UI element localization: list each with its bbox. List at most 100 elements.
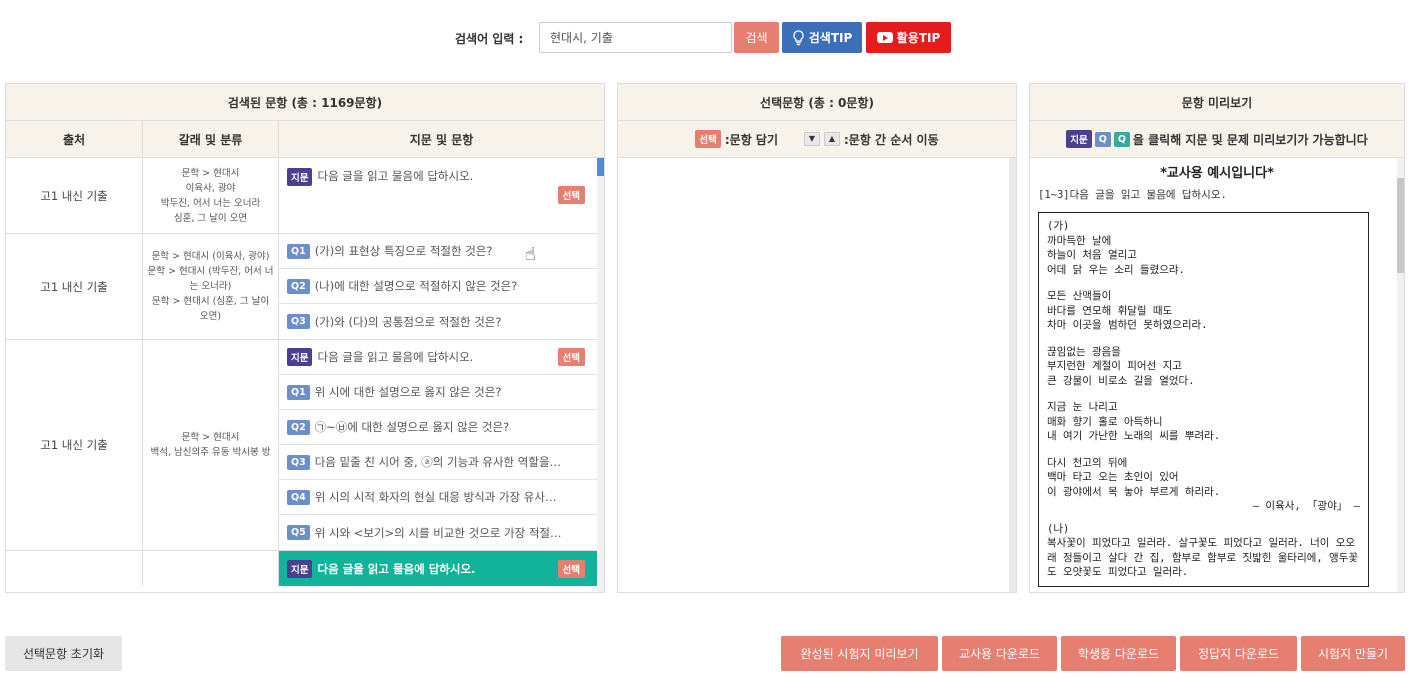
item-text: 위 시와 <보기>의 시를 비교한 것으로 가장 적절… <box>314 525 562 540</box>
preview-scrollbar[interactable] <box>1397 158 1404 592</box>
results-column-headers: 출처 갈래 및 분류 지문 및 문항 <box>6 121 604 158</box>
reset-selection-button[interactable]: 선택문항 초기화 <box>5 636 122 671</box>
question-item[interactable]: Q4 위 시의 시적 화자의 현실 대응 방식과 가장 유사… <box>279 480 597 515</box>
preview-title: 문항 미리보기 <box>1030 84 1404 121</box>
question-item[interactable]: Q3 다음 밑줄 친 시어 중, ⓐ의 기능과 유사한 역할을… <box>279 445 597 480</box>
passage-tag: 지문 <box>1066 130 1092 148</box>
passage-tag: 지문 <box>287 559 313 578</box>
search-results-panel: 검색된 문항 (총 : 1169문항) 출처 갈래 및 분류 지문 및 문항 고… <box>5 83 605 593</box>
poem-line: 부지런한 계절이 피어선 지고 <box>1047 360 1182 372</box>
group-genre <box>143 551 279 586</box>
hand-cursor-icon: ☝ <box>525 244 536 265</box>
search-input[interactable] <box>539 22 732 53</box>
question-item[interactable]: Q1 위 시에 대한 설명으로 옳지 않은 것은? <box>279 375 597 410</box>
selected-items-hint: 선택 :문항 담기 ▼ ▲ :문항 간 순서 이동 <box>618 121 1016 158</box>
make-exam-button[interactable]: 시험지 만들기 <box>1301 636 1405 671</box>
selected-items-list <box>618 158 1016 592</box>
col-genre-header: 갈래 및 분류 <box>143 121 279 157</box>
preview-example-title: *교사용 예시입니다* <box>1160 166 1274 181</box>
passage-tag: 지문 <box>287 168 313 186</box>
genre-line: 문학 > 현대시 (박두진, 어서 너는 오너라) <box>147 266 274 292</box>
passage-tag: 지문 <box>287 348 313 366</box>
group-items: 지문 다음 글을 읽고 물음에 답하시오. 선택 <box>279 158 597 233</box>
item-text: 위 시의 시적 화자의 현실 대응 방식과 가장 유사… <box>314 490 557 504</box>
question-item[interactable]: Q2 ㉠~㉥에 대한 설명으로 옳지 않은 것은? <box>279 410 597 445</box>
poem-box: (가) 까마득한 날에 하늘이 처음 열리고 어데 닭 우는 소리 들렸으랴. … <box>1038 212 1369 587</box>
select-button[interactable]: 선택 <box>557 559 585 578</box>
group-items: 지문 다음 글을 읽고 물음에 답하시오. 선택 Q1 위 시에 대한 설명으로… <box>279 340 597 550</box>
lightbulb-icon <box>793 29 804 45</box>
poem-line: 백마 타고 오는 초인이 있어 <box>1047 471 1179 483</box>
question-item[interactable]: Q5 위 시와 <보기>의 시를 비교한 것으로 가장 적절… <box>279 515 597 550</box>
question-tag: Q <box>1094 131 1111 147</box>
search-button[interactable]: 검색 <box>734 22 779 53</box>
group-source: 고1 내신 기출 <box>6 234 143 339</box>
question-tag: Q2 <box>287 278 310 294</box>
genre-line: 문학 > 현대시 <box>181 432 240 443</box>
item-text: (가)와 (다)의 공통점으로 적절한 것은? <box>314 314 502 329</box>
question-item[interactable]: Q2 (나)에 대한 설명으로 적절하지 않은 것은? <box>279 269 597 304</box>
selected-scrollbar[interactable] <box>1009 158 1016 592</box>
question-tag: Q3 <box>287 454 310 470</box>
genre-line: 문학 > 현대시 <box>181 167 240 179</box>
youtube-icon <box>876 32 893 43</box>
preview-intro: [1~3]다음 글을 읽고 물음에 답하시오. <box>1038 189 1227 201</box>
search-tip-label: 검색TIP <box>808 31 853 45</box>
poem-line: 큰 강물이 비로소 길을 열었다. <box>1047 374 1195 387</box>
poem-line: 내 여기 가난한 노래의 씨를 뿌려라. <box>1047 430 1221 442</box>
results-scroll-thumb[interactable] <box>597 158 604 176</box>
select-button[interactable]: 선택 <box>557 348 585 366</box>
poem-line: 이 광야에서 목 놓아 부르게 하리라. <box>1047 485 1221 498</box>
preview-hint-text: 을 클릭해 지문 및 문제 미리보기가 가능합니다 <box>1132 132 1368 147</box>
search-results-title: 검색된 문항 (총 : 1169문항) <box>6 84 604 121</box>
search-tip-button[interactable]: 검색TIP <box>782 22 862 53</box>
passage-item[interactable]: 지문 다음 글을 읽고 물음에 답하시오. 선택 <box>279 158 597 233</box>
question-tag: Q3 <box>287 314 310 329</box>
poem-line: 어데 닭 우는 소리 들렸으랴. <box>1047 263 1185 276</box>
question-item[interactable]: Q1 (가)의 표현상 특징으로 적절한 것은? <box>279 234 597 269</box>
question-tag: Q1 <box>287 384 310 400</box>
genre-line: 문학 > 현대시 (이육사, 광야) <box>151 251 270 262</box>
item-text: 다음 글을 읽고 물음에 답하시오. <box>317 561 476 576</box>
question-item[interactable]: Q3 (가)와 (다)의 공통점으로 적절한 것은? <box>279 304 597 339</box>
item-text: 다음 글을 읽고 물음에 답하시오. <box>317 169 474 183</box>
group-source: 고1 내신 기출 <box>6 340 143 550</box>
item-text: (가)의 표현상 특징으로 적절한 것은? <box>314 244 493 258</box>
passage-item[interactable]: 지문 다음 글을 읽고 물음에 답하시오. 선택 <box>279 340 597 375</box>
question-tag: Q <box>1113 131 1130 147</box>
poem-line: 하늘이 처음 열리고 <box>1047 249 1137 261</box>
item-text: 위 시에 대한 설명으로 옳지 않은 것은? <box>314 385 502 399</box>
poem-line: 지금 눈 나리고 <box>1047 401 1118 413</box>
result-group: 고1 내신 기출 문학 > 현대시 이육사, 광야 박두진, 어서 너는 오너라… <box>6 158 604 234</box>
question-tag: Q1 <box>287 243 310 259</box>
group-items: 지문 다음 글을 읽고 물음에 답하시오. 선택 <box>279 551 597 586</box>
item-text: 다음 밑줄 친 시어 중, ⓐ의 기능과 유사한 역할을… <box>314 455 562 469</box>
student-download-button[interactable]: 학생용 다운로드 <box>1061 636 1176 671</box>
stanza: 모든 산맥들이 바다를 연모해 휘달릴 때도 차마 이곳을 범하던 못하였으리라… <box>1047 289 1360 333</box>
poem-line: 끊임없는 광음을 <box>1047 345 1121 358</box>
stanza: 까마득한 날에 하늘이 처음 열리고 어데 닭 우는 소리 들렸으랴. <box>1047 234 1360 278</box>
preview-scroll-thumb[interactable] <box>1397 178 1404 273</box>
preview-panel: 문항 미리보기 지문 Q Q 을 클릭해 지문 및 문제 미리보기가 가능합니다… <box>1029 83 1405 593</box>
search-label: 검색어 입력 : <box>455 32 524 46</box>
hint-move: :문항 간 순서 이동 <box>844 132 939 147</box>
hint-add: :문항 담기 <box>724 132 778 147</box>
use-tip-button[interactable]: 활용TIP <box>866 22 951 53</box>
select-button[interactable]: 선택 <box>557 186 585 204</box>
result-group: 지문 다음 글을 읽고 물음에 답하시오. 선택 <box>6 551 604 586</box>
stanza: 다시 천고의 뒤에 백마 타고 오는 초인이 있어 이 광야에서 목 놓아 부르… <box>1047 456 1360 514</box>
answer-download-button[interactable]: 정답지 다운로드 <box>1180 636 1297 671</box>
preview-exam-button[interactable]: 완성된 시험지 미리보기 <box>781 636 938 671</box>
search-bar: 검색어 입력 : 검색 검색TIP 활용TIP <box>0 22 1414 53</box>
passage-item-active[interactable]: 지문 다음 글을 읽고 물음에 답하시오. 선택 <box>279 551 597 586</box>
teacher-download-button[interactable]: 교사용 다운로드 <box>942 636 1057 671</box>
result-group: 고1 내신 기출 문학 > 현대시 백석, 남신의주 유동 박시봉 방 지문 다… <box>6 340 604 551</box>
preview-content: *교사용 예시입니다* [1~3]다음 글을 읽고 물음에 답하시오. (가) … <box>1030 158 1404 592</box>
group-source <box>6 551 143 586</box>
poem-line: 까마득한 날에 <box>1047 234 1112 247</box>
group-source: 고1 내신 기출 <box>6 158 143 233</box>
genre-line: 문학 > 현대시 (심훈, 그 날이 오면) <box>151 296 270 322</box>
section-label: (나) <box>1047 522 1070 535</box>
arrow-down-icon: ▼ <box>804 132 820 146</box>
results-scrollbar[interactable] <box>597 158 604 592</box>
